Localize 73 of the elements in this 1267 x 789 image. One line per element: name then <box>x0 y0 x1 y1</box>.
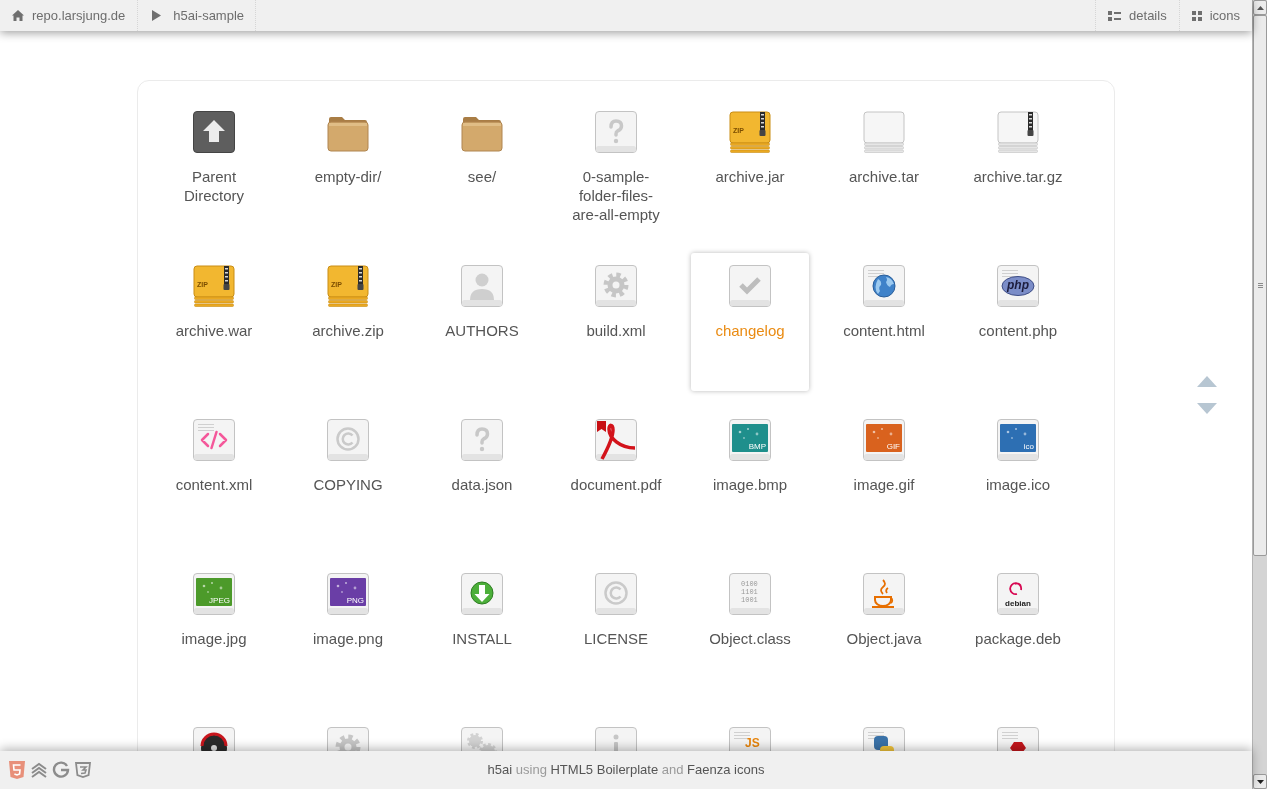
file-item[interactable]: content.html <box>825 253 943 391</box>
scroll-down-button[interactable] <box>1253 774 1267 789</box>
chevrons-icon[interactable] <box>30 761 48 779</box>
file-item[interactable]: content.xml <box>155 407 273 545</box>
icon-caption: php <box>1006 279 1030 292</box>
file-item[interactable]: PNG image.png <box>289 561 407 699</box>
zipper-box-icon <box>996 110 1040 154</box>
pdf-document-icon <box>594 418 638 462</box>
file-item[interactable]: GIF image.gif <box>825 407 943 545</box>
file-item[interactable]: empty-dir/ <box>289 99 407 237</box>
caret-down-icon <box>1256 779 1264 784</box>
html5-shield-icon[interactable] <box>8 761 26 779</box>
icon-caption: debian <box>1004 599 1032 608</box>
credits-text: h5ai using HTML5 Boilerplate and Faenza icons <box>487 761 765 780</box>
person-icon <box>460 264 504 308</box>
zip-archive-icon <box>192 264 236 308</box>
swirl-package-icon <box>996 572 1040 616</box>
file-item[interactable]: archive.tar <box>825 99 943 237</box>
coffee-cup-icon <box>862 572 906 616</box>
copyright-icon <box>326 418 370 462</box>
icon-caption: ico <box>1023 442 1034 451</box>
file-item[interactable]: AUTHORS <box>423 253 541 391</box>
icon-caption: PNG <box>346 596 364 605</box>
view-mode-link[interactable]: details <box>1095 0 1179 31</box>
css3-shield-icon[interactable] <box>74 761 92 779</box>
icon-caption: JPEG <box>209 596 230 605</box>
question-mark-icon <box>460 418 504 462</box>
file-item[interactable]: data.json <box>423 407 541 545</box>
file-item[interactable]: JPEG image.jpg <box>155 561 273 699</box>
credit-link[interactable]: HTML5 Boilerplate <box>550 762 659 778</box>
grip-icon <box>1257 283 1263 288</box>
credit-link[interactable]: h5ai <box>487 762 513 778</box>
g-logo-icon[interactable] <box>52 761 70 779</box>
file-item[interactable]: ico image.ico <box>959 407 1077 545</box>
copyright-icon <box>594 572 638 616</box>
file-item[interactable]: archive.tar.gz <box>959 99 1077 237</box>
icon-caption: GIF <box>886 442 900 451</box>
scroll-up-button[interactable] <box>1253 0 1267 15</box>
icon-caption: BMP <box>748 442 766 451</box>
gear-icon <box>594 264 638 308</box>
caret-up-icon <box>1256 5 1264 10</box>
home-icon <box>12 10 24 21</box>
breadcrumb-link[interactable]: repo.larsjung.de <box>0 0 139 31</box>
icon-caption: JS <box>745 737 760 749</box>
file-item[interactable]: document.pdf <box>557 407 675 545</box>
file-item[interactable]: Parent Directory <box>155 99 273 237</box>
question-mark-icon <box>594 110 638 154</box>
file-item[interactable]: BMP image.bmp <box>691 407 809 545</box>
scroll-down-icon[interactable] <box>1197 403 1217 414</box>
file-item[interactable]: build.xml <box>557 253 675 391</box>
file-item[interactable]: INSTALL <box>423 561 541 699</box>
file-item[interactable]: see/ <box>423 99 541 237</box>
zip-archive-icon <box>326 264 370 308</box>
file-item[interactable]: LICENSE <box>557 561 675 699</box>
list-icon <box>1108 10 1122 21</box>
stacked-box-icon <box>862 110 906 154</box>
php-document-icon <box>996 264 1040 308</box>
file-item[interactable]: Object.java <box>825 561 943 699</box>
document-icon <box>728 572 772 616</box>
caret-right-icon <box>152 10 162 21</box>
file-item[interactable]: debian package.deb <box>959 561 1077 699</box>
checkmark-icon <box>728 264 772 308</box>
code-document-icon <box>192 418 236 462</box>
grid-icon <box>1191 10 1202 21</box>
file-item[interactable]: COPYING <box>289 407 407 545</box>
file-item[interactable]: 0-sample-folder-files-are-all-empty <box>557 99 675 237</box>
zip-archive-icon <box>728 110 772 154</box>
scroll-up-icon[interactable] <box>1197 376 1217 387</box>
scrollbar-thumb[interactable] <box>1253 15 1267 556</box>
globe-document-icon <box>862 264 906 308</box>
file-item[interactable]: php content.php <box>959 253 1077 391</box>
breadcrumb-link[interactable]: h5ai-sample <box>138 0 257 31</box>
credit-link[interactable]: Faenza icons <box>687 762 765 778</box>
